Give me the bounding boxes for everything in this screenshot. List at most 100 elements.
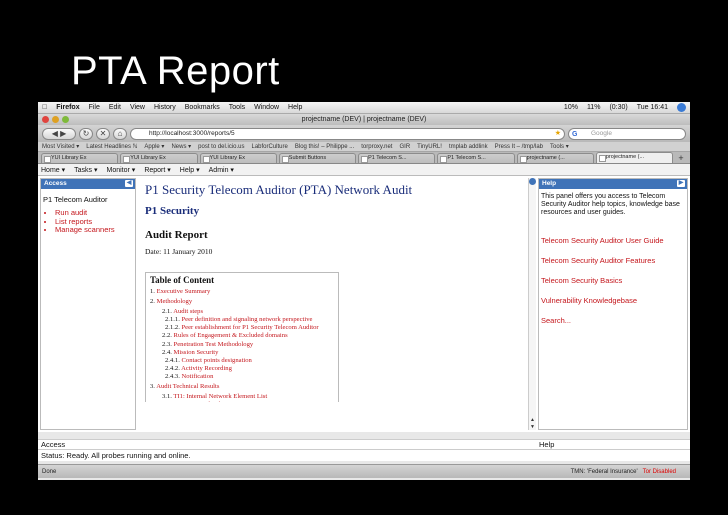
collapse-panel-icon[interactable]: ◀	[125, 180, 133, 187]
bookmark-item[interactable]: Apple ▾	[144, 143, 164, 150]
bookmark-star-icon[interactable]: ★	[555, 129, 561, 139]
browser-tab[interactable]: P1 Telecom S...	[358, 153, 436, 163]
toc-item: 2. Methodology	[150, 298, 334, 306]
bookmark-item[interactable]: News ▾	[171, 143, 191, 150]
manage-scanners-link[interactable]: Manage scanners	[55, 225, 115, 234]
toc-item-number: 3.1.	[162, 393, 172, 401]
user-guide-link[interactable]: Telecom Security Auditor User Guide	[541, 236, 687, 245]
access-panel: Access ◀ P1 Telecom Auditor Run audit Li…	[40, 178, 136, 430]
menu-view[interactable]: View	[130, 104, 145, 111]
new-tab-icon[interactable]: +	[675, 153, 687, 163]
app-menu-admin[interactable]: Admin ▾	[209, 166, 234, 174]
toc-item-number: 2.2.	[162, 332, 172, 340]
toc-item-link[interactable]: VU2: Internal SubSystem entry points	[173, 401, 274, 402]
toc-item-link[interactable]: Notification	[182, 373, 214, 380]
apple-icon[interactable]: 	[42, 104, 47, 111]
toc-item-link[interactable]: Audit steps	[173, 308, 203, 315]
browser-tab[interactable]: P1 Telecom S...	[437, 153, 515, 163]
browser-tab[interactable]: YUI Library Ex	[41, 153, 119, 163]
home-icon[interactable]: ⌂	[113, 127, 127, 140]
bookmark-item[interactable]: torproxy.net	[361, 144, 392, 150]
report-company: P1 Security	[145, 205, 200, 217]
toc-item: 2.3. Penetration Test Methodology	[150, 341, 334, 349]
search-input[interactable]: G Google	[568, 127, 686, 140]
menu-help[interactable]: Help	[288, 104, 302, 111]
toc-item: 2.1.2. Peer establishment for P1 Securit…	[150, 324, 334, 332]
menu-history[interactable]: History	[154, 104, 176, 111]
navigation-toolbar: ◀ ▶ ↻ ✕ ⌂ http://localhost:3000/reports/…	[38, 125, 690, 142]
app-menu-tasks[interactable]: Tasks ▾	[74, 166, 97, 174]
bookmark-item[interactable]: Tools ▾	[550, 143, 569, 150]
collapse-help-icon[interactable]: ▶	[677, 180, 685, 187]
menu-edit[interactable]: Edit	[109, 104, 121, 111]
app-menu-monitor[interactable]: Monitor ▾	[107, 166, 136, 174]
toc-item: 2.4.3. Notification	[150, 373, 334, 381]
toc-item-link[interactable]: Contact points designation	[182, 357, 252, 364]
spotlight-icon[interactable]	[677, 103, 686, 112]
tmn-status[interactable]: TMN: 'Federal Insurance'	[571, 469, 638, 475]
vulnerability-kb-link[interactable]: Vulnerability Knowledgebase	[541, 296, 687, 305]
bookmark-item[interactable]: GIR	[399, 144, 410, 150]
toc-item-number: 2.4.3.	[165, 372, 180, 380]
scrollbar[interactable]: ▲ ▼	[528, 178, 536, 430]
menu-window[interactable]: Window	[254, 104, 279, 111]
toc-item-number: 3.2.	[162, 401, 172, 402]
browser-tab[interactable]: Submit Buttons	[278, 153, 357, 163]
features-link[interactable]: Telecom Security Auditor Features	[541, 256, 687, 265]
scroll-up-arrow-icon[interactable]: ▲	[530, 417, 535, 423]
toc-item-number: 2.4.	[162, 348, 172, 356]
browser-tab[interactable]: YUI Library Ex	[199, 153, 277, 163]
search-link[interactable]: Search...	[541, 316, 687, 325]
bookmark-item[interactable]: LabforCulture	[252, 144, 288, 150]
toc-item-number: 2.4.1.	[165, 356, 180, 364]
battery-indicator[interactable]: (0:30)	[609, 104, 627, 111]
bookmark-item[interactable]: tmplab addlink	[449, 144, 488, 150]
menu-app-name[interactable]: Firefox	[56, 104, 79, 111]
bookmark-item[interactable]: Most Visited ▾	[42, 143, 79, 150]
tor-status[interactable]: Tor Disabled	[643, 469, 676, 475]
menu-file[interactable]: File	[89, 104, 100, 111]
stop-icon[interactable]: ✕	[96, 127, 110, 140]
access-footer-label[interactable]: Access	[41, 440, 65, 449]
bookmark-item[interactable]: Latest Headlines ℕ	[86, 143, 137, 150]
browser-tab[interactable]: projectname (...	[516, 153, 594, 163]
toc-item-link[interactable]: Mission Security	[174, 349, 219, 356]
browser-tab[interactable]: YUI Library Ex	[120, 153, 198, 163]
scroll-thumb-icon[interactable]	[529, 178, 536, 185]
help-footer-label[interactable]: Help	[539, 440, 554, 449]
toc-item-link[interactable]: Peer definition and signaling network pe…	[182, 316, 313, 323]
bookmark-item[interactable]: post to del.icio.us	[198, 144, 244, 150]
security-basics-link[interactable]: Telecom Security Basics	[541, 276, 687, 285]
report-heading: P1 Security Telecom Auditor (PTA) Networ…	[145, 182, 413, 197]
help-description: This panel offers you access to Telecom …	[541, 193, 680, 217]
url-bar[interactable]: http://localhost:3000/reports/5 ★	[130, 127, 565, 140]
toc-item-link[interactable]: Rules of Engagement & Excluded domains	[174, 332, 288, 339]
browser-tab-active[interactable]: projectname (...	[595, 152, 674, 163]
toc-item-link[interactable]: Activity Recording	[181, 365, 232, 372]
toc-item: 2.2. Rules of Engagement & Excluded doma…	[150, 332, 334, 340]
slide-title: PTA Report	[71, 49, 280, 93]
app-menu-report[interactable]: Report ▾	[144, 166, 170, 174]
menu-clock[interactable]: Tue 16:41	[637, 104, 668, 111]
toc-item-link[interactable]: Methodology	[157, 298, 193, 305]
app-menu-home[interactable]: Home ▾	[41, 166, 65, 174]
toc-item-link[interactable]: TI1: Internal Network Element List	[173, 393, 267, 400]
bookmark-item[interactable]: Press It – /tmp/lab	[495, 144, 543, 150]
toc-item: 3.2. VU2: Internal SubSystem entry point…	[150, 401, 334, 402]
menu-bookmarks[interactable]: Bookmarks	[185, 104, 220, 111]
panel-footers: Access Help	[38, 439, 690, 449]
browser-window:  Firefox File Edit View History Bookmar…	[38, 102, 690, 480]
back-forward-button[interactable]: ◀ ▶	[42, 127, 76, 140]
app-menu-help[interactable]: Help ▾	[180, 166, 200, 174]
toc-item-link[interactable]: Penetration Test Methodology	[174, 341, 254, 348]
toc-item-link[interactable]: Audit Technical Results	[156, 383, 219, 390]
bookmark-item[interactable]: Blog this! – Philippe ...	[295, 144, 354, 150]
toc-item-link[interactable]: Executive Summary	[157, 288, 211, 295]
reload-icon[interactable]: ↻	[79, 127, 93, 140]
bookmark-item[interactable]: TinyURL!	[417, 144, 442, 150]
toc-item-number: 2.3.	[162, 340, 172, 348]
toc-item: 2.1.1. Peer definition and signaling net…	[150, 316, 334, 324]
menu-tools[interactable]: Tools	[229, 104, 245, 111]
toc-item-link[interactable]: Peer establishment for P1 Security Telec…	[182, 324, 319, 331]
scroll-down-arrow-icon[interactable]: ▼	[530, 424, 535, 430]
